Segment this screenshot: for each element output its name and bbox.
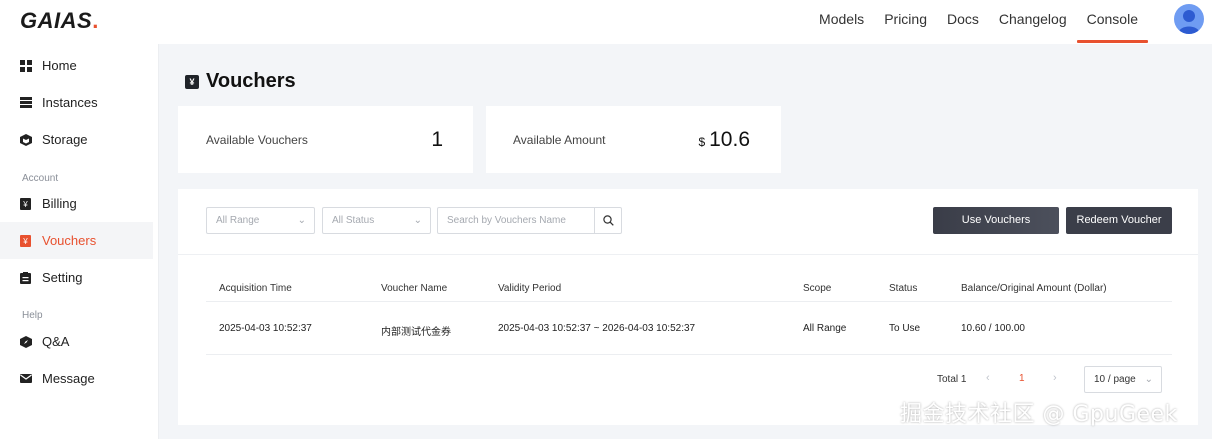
page-title-text: Vouchers xyxy=(206,70,296,92)
next-page-icon[interactable]: › xyxy=(1053,372,1057,384)
cell-validity-period: 2025-04-03 10:52:37 ~ 2026-04-03 10:52:3… xyxy=(498,323,696,334)
prev-page-icon[interactable]: ‹ xyxy=(986,372,990,384)
pagination-total: Total 1 xyxy=(937,374,967,385)
yen-icon: ¥ xyxy=(19,234,32,247)
watermark: 掘金技术社区 @ GpuGeek xyxy=(900,402,1178,427)
sidebar-item-label: Message xyxy=(42,371,95,386)
col-voucher-name: Voucher Name xyxy=(381,283,448,294)
stat-value: 1 xyxy=(431,128,443,151)
svg-text:¥: ¥ xyxy=(22,237,28,246)
nav-docs[interactable]: Docs xyxy=(937,0,989,44)
cell-scope: All Range xyxy=(803,323,847,334)
nav-console[interactable]: Console xyxy=(1076,0,1149,44)
range-select-value: All Range xyxy=(216,215,260,226)
search-button[interactable] xyxy=(594,208,621,233)
sidebar-item-label: Billing xyxy=(42,196,77,211)
top-bar: GAIAS. Models Pricing Docs Changelog Con… xyxy=(0,0,1212,44)
sidebar-item-label: Instances xyxy=(42,95,98,110)
page-number[interactable]: 1 xyxy=(1019,373,1025,384)
voucher-search xyxy=(437,207,622,234)
header-divider xyxy=(206,301,1172,302)
sidebar-item-message[interactable]: Message xyxy=(0,360,153,397)
sidebar-item-home[interactable]: Home xyxy=(0,47,153,84)
sidebar: Home Instances Storage Account ¥ Billing… xyxy=(0,44,159,439)
logo[interactable]: GAIAS. xyxy=(20,8,99,34)
top-nav: Models Pricing Docs Changelog Console xyxy=(809,0,1149,44)
mail-icon xyxy=(19,372,32,385)
user-icon xyxy=(1178,10,1200,34)
sidebar-item-billing[interactable]: ¥ Billing xyxy=(0,185,153,222)
yen-icon: ¥ xyxy=(19,197,32,210)
sidebar-item-label: Home xyxy=(42,58,77,73)
status-select-value: All Status xyxy=(332,215,375,226)
section-help: Help xyxy=(22,310,43,321)
col-scope: Scope xyxy=(803,283,832,294)
col-validity-period: Validity Period xyxy=(498,283,562,294)
row-divider xyxy=(206,354,1172,355)
section-account: Account xyxy=(22,173,59,184)
cell-acquisition-time: 2025-04-03 10:52:37 xyxy=(219,323,312,334)
compass-icon xyxy=(19,335,32,348)
use-vouchers-button[interactable]: Use Vouchers xyxy=(933,207,1059,234)
stat-label: Available Vouchers xyxy=(206,133,308,147)
server-icon xyxy=(19,96,32,109)
sidebar-item-label: Vouchers xyxy=(42,233,97,248)
yen-icon: ¥ xyxy=(185,74,199,89)
sidebar-item-label: Q&A xyxy=(42,334,70,349)
cube-icon xyxy=(19,133,32,146)
sidebar-item-setting[interactable]: Setting xyxy=(0,259,153,296)
divider xyxy=(178,254,1198,255)
col-acquisition-time: Acquisition Time xyxy=(219,283,292,294)
cell-balance: 10.60 / 100.00 xyxy=(961,323,1025,334)
range-select[interactable]: All Range ⌄ xyxy=(206,207,315,234)
amount-value: 10.6 xyxy=(709,128,750,151)
cell-status: To Use xyxy=(889,323,921,334)
grid-icon xyxy=(19,59,32,72)
stat-label: Available Amount xyxy=(513,133,606,147)
available-amount-card: Available Amount $10.6 xyxy=(486,106,781,173)
chevron-down-icon: ⌄ xyxy=(1144,374,1153,385)
chevron-down-icon: ⌄ xyxy=(413,215,422,226)
page-size-select[interactable]: 10 / page ⌄ xyxy=(1084,366,1162,393)
page-title: ¥ Vouchers xyxy=(185,70,296,93)
sidebar-item-label: Setting xyxy=(42,270,83,285)
sidebar-item-instances[interactable]: Instances xyxy=(0,84,153,121)
status-select[interactable]: All Status ⌄ xyxy=(322,207,431,234)
available-vouchers-card: Available Vouchers 1 xyxy=(178,106,473,173)
page-size-value: 10 / page xyxy=(1094,374,1136,385)
cell-voucher-name: 内部测试代金券 xyxy=(381,327,451,338)
col-status: Status xyxy=(889,283,918,294)
sidebar-item-storage[interactable]: Storage xyxy=(0,121,153,158)
stat-value: $10.6 xyxy=(698,128,750,152)
chevron-down-icon: ⌄ xyxy=(297,215,306,226)
sidebar-item-label: Storage xyxy=(42,132,88,147)
search-input[interactable] xyxy=(438,208,595,233)
svg-text:¥: ¥ xyxy=(22,200,28,209)
clipboard-icon xyxy=(19,271,32,284)
sidebar-item-qa[interactable]: Q&A xyxy=(0,323,153,360)
redeem-voucher-button[interactable]: Redeem Voucher xyxy=(1066,207,1172,234)
col-balance: Balance/Original Amount (Dollar) xyxy=(961,283,1107,294)
search-icon xyxy=(602,215,614,226)
avatar[interactable] xyxy=(1174,4,1204,34)
nav-pricing[interactable]: Pricing xyxy=(874,0,937,44)
nav-models[interactable]: Models xyxy=(809,0,874,44)
nav-changelog[interactable]: Changelog xyxy=(989,0,1077,44)
currency-symbol: $ xyxy=(698,135,706,149)
sidebar-item-vouchers[interactable]: ¥ Vouchers xyxy=(0,222,153,259)
